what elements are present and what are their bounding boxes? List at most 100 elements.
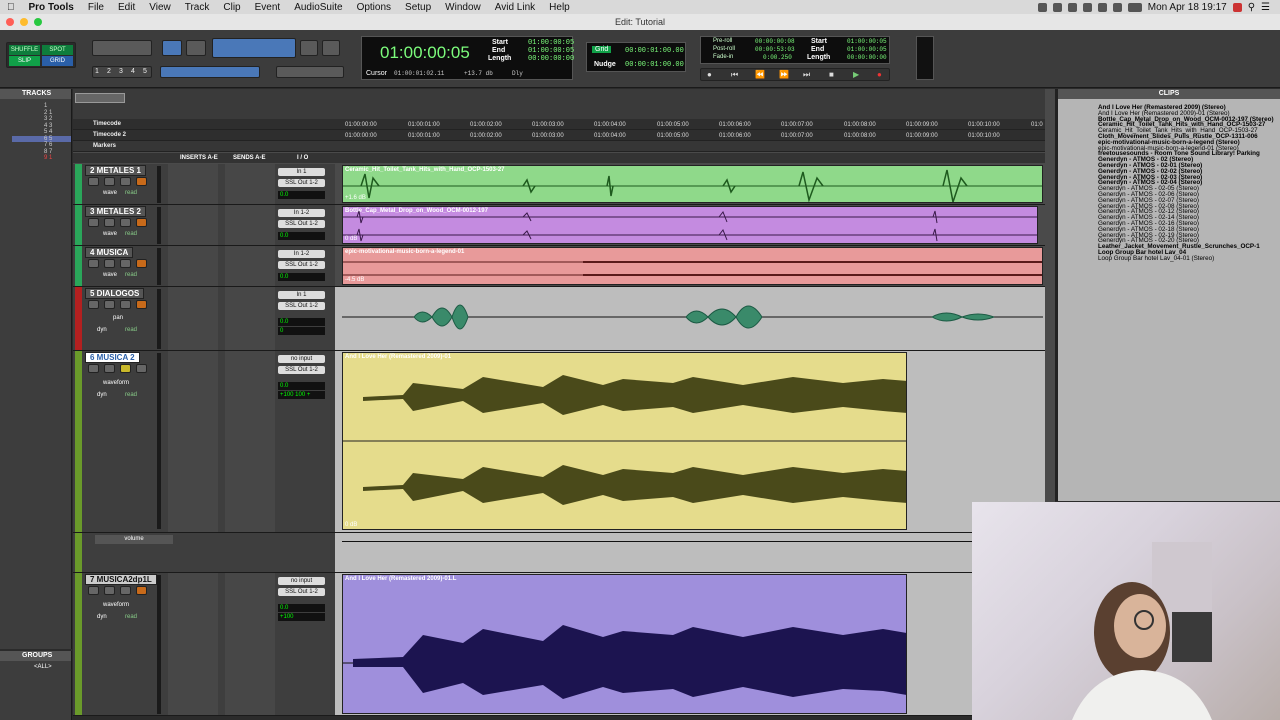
record-arm-button[interactable]	[88, 300, 99, 309]
nudge-value[interactable]: 00:00:01:00.00	[625, 61, 684, 69]
timecode2-ruler[interactable]: Timecode 2 01:00:00:00 01:00:01:00 01:00…	[73, 130, 1045, 141]
automation-mode[interactable]: read	[125, 327, 137, 333]
group-all[interactable]: <ALL>	[0, 661, 71, 670]
pan-readout[interactable]: 0	[278, 327, 325, 335]
record-arm-button[interactable]	[88, 218, 99, 227]
inserts-column[interactable]	[168, 246, 218, 286]
input-monitor-button[interactable]	[104, 218, 115, 227]
counter-length[interactable]: 00:00:00:00	[528, 55, 574, 63]
play-icon[interactable]: ▶	[853, 70, 859, 79]
dynamics-selector[interactable]: dyn	[97, 614, 107, 620]
input-monitor-button[interactable]	[104, 259, 115, 268]
mute-button[interactable]	[136, 218, 147, 227]
sends-column[interactable]	[225, 573, 275, 715]
transport-length[interactable]: 00:00:00:00	[847, 54, 887, 61]
view-selector[interactable]: wave	[103, 190, 117, 196]
mute-button[interactable]	[136, 177, 147, 186]
inserts-column[interactable]	[168, 287, 218, 350]
menu-help[interactable]: Help	[542, 2, 577, 13]
audio-region[interactable]: epic-motivational-music-born-a-legend-01…	[342, 247, 1043, 285]
track-name[interactable]: 4 MUSICA	[85, 247, 134, 258]
wifi-icon[interactable]	[1112, 2, 1122, 12]
markers-ruler[interactable]: Markers	[73, 141, 1045, 152]
volume-readout[interactable]: 0.0	[278, 232, 325, 240]
apple-icon[interactable]: 	[0, 2, 22, 13]
input-monitor-button[interactable]	[104, 177, 115, 186]
sends-column[interactable]	[225, 287, 275, 350]
audio-region[interactable]: And I Love Her (Remastered 2009)-01.L	[342, 574, 907, 714]
speaker-icon[interactable]	[300, 40, 318, 56]
sends-header[interactable]: SENDS A-E	[233, 155, 265, 161]
input-selector[interactable]: In 1-2	[278, 209, 325, 217]
volume-icon[interactable]	[1097, 2, 1107, 12]
timecode-ruler[interactable]: Timecode 01:00:00:00 01:00:01:00 01:00:0…	[73, 119, 1045, 130]
menu-setup[interactable]: Setup	[398, 2, 438, 13]
grid-mode-button[interactable]: GRID	[42, 56, 73, 66]
volume-readout[interactable]: 0.0	[278, 318, 325, 326]
grid-toggle[interactable]: Grid	[592, 46, 612, 53]
pencil-icon[interactable]	[322, 40, 340, 56]
mute-button[interactable]	[136, 364, 147, 373]
automation-line[interactable]	[342, 541, 972, 542]
counter-start[interactable]: 01:00:00:05	[528, 39, 574, 47]
control-center-icon[interactable]: ☰	[1261, 2, 1270, 13]
zoom-preset-5[interactable]: 5	[143, 68, 147, 75]
track-name[interactable]: 7 MUSICA2dp1L	[85, 574, 157, 585]
universe-view[interactable]	[75, 93, 125, 103]
inserts-header[interactable]: INSERTS A-E	[180, 155, 218, 161]
input-selector[interactable]: In 1	[278, 291, 325, 299]
inserts-column[interactable]	[168, 205, 218, 245]
clips-header[interactable]: CLIPS	[1058, 89, 1280, 99]
inserts-column[interactable]	[168, 573, 218, 715]
menu-track[interactable]: Track	[178, 2, 217, 13]
volume-readout[interactable]: 0.0	[278, 191, 325, 199]
online-icon[interactable]: ●	[707, 70, 712, 79]
solo-button[interactable]	[120, 586, 131, 595]
input-selector[interactable]: In 1	[278, 168, 325, 176]
mute-button[interactable]	[136, 586, 147, 595]
automation-mode[interactable]: read	[125, 614, 137, 620]
view-selector[interactable]: pan	[113, 315, 123, 321]
view-selector[interactable]: waveform	[103, 602, 129, 608]
transport-start[interactable]: 01:00:00:05	[847, 38, 887, 45]
fadein-value[interactable]: 0:00.250	[763, 54, 792, 61]
menu-avid-link[interactable]: Avid Link	[488, 2, 542, 13]
solo-button[interactable]	[120, 300, 131, 309]
track-name[interactable]: 6 MUSICA 2	[85, 352, 140, 363]
trim-tool[interactable]	[186, 40, 206, 56]
view-selector[interactable]: wave	[103, 231, 117, 237]
transport-end[interactable]: 01:00:00:05	[847, 46, 887, 53]
record-arm-button[interactable]	[88, 177, 99, 186]
smart-tool[interactable]	[212, 38, 296, 58]
status-icon[interactable]	[1037, 2, 1047, 12]
menu-clip[interactable]: Clip	[216, 2, 247, 13]
input-selector[interactable]: no input	[278, 577, 325, 585]
record-arm-button[interactable]	[88, 586, 99, 595]
postroll-value[interactable]: 00:00:53:03	[755, 46, 795, 53]
main-counter[interactable]: 01:00:00:05 Start End Length 01:00:00:05…	[361, 36, 574, 80]
pan-readout[interactable]: +100 100 +	[278, 391, 325, 399]
grid-value[interactable]: 00:00:01:00.00	[625, 47, 684, 55]
menu-audiosuite[interactable]: AudioSuite	[287, 2, 349, 13]
record-icon[interactable]	[1067, 2, 1077, 12]
stop-icon[interactable]: ■	[829, 70, 834, 79]
volume-readout[interactable]: 0.0	[278, 382, 325, 390]
rewind-icon[interactable]: ⏪	[755, 70, 765, 79]
solo-button[interactable]	[120, 364, 131, 373]
shuffle-mode-button[interactable]: SHUFFLE	[9, 45, 40, 55]
automation-mode[interactable]: read	[125, 231, 137, 237]
input-selector[interactable]: no input	[278, 355, 325, 363]
postroll-label[interactable]: Post-roll	[713, 46, 735, 52]
solo-button[interactable]	[120, 218, 131, 227]
fadein-label[interactable]: Fade-in	[713, 54, 733, 60]
zoom-controls[interactable]	[92, 40, 152, 56]
output-selector[interactable]: SSL Out 1-2	[278, 179, 325, 187]
menu-event[interactable]: Event	[248, 2, 288, 13]
automation-mode[interactable]: read	[125, 272, 137, 278]
output-selector[interactable]: SSL Out 1-2	[278, 261, 325, 269]
preroll-value[interactable]: 00:00:00:08	[755, 38, 795, 45]
solo-button[interactable]	[120, 177, 131, 186]
automation-mode[interactable]: read	[125, 392, 137, 398]
volume-readout[interactable]: 0.0	[278, 273, 325, 281]
menu-file[interactable]: File	[81, 2, 111, 13]
